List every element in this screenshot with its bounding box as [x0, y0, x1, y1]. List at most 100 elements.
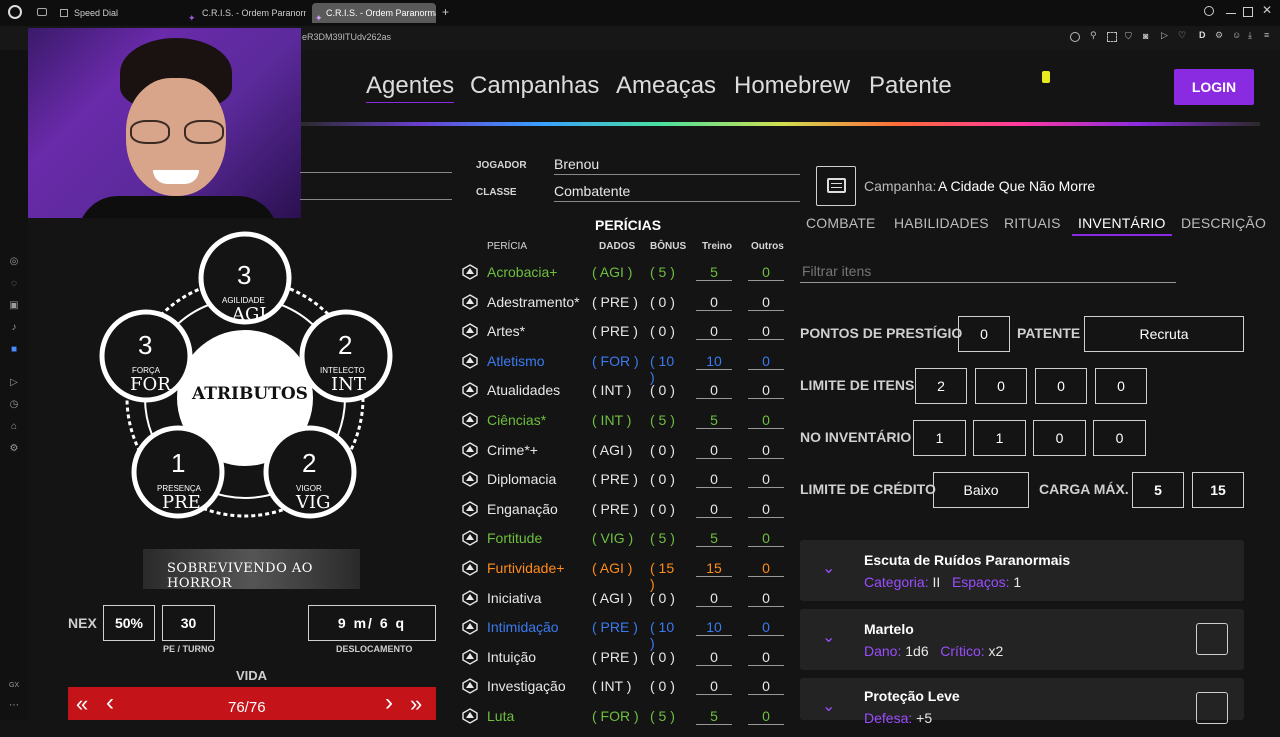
tab-rituais[interactable]: RITUAIS [1004, 215, 1061, 231]
inventory-item[interactable]: ⌄ Escuta de Ruídos Paranormais Categoria… [800, 540, 1244, 601]
nav-ameacas[interactable]: Ameaças [616, 72, 716, 100]
d20-icon[interactable] [462, 619, 478, 635]
skill-outros-input[interactable]: 0 [748, 619, 784, 636]
skill-row[interactable]: Crime*+ ( AGI ) ( 0 ) 0 0 [462, 442, 792, 471]
skill-outros-input[interactable]: 0 [748, 530, 784, 547]
skill-row[interactable]: Ciências* ( INT ) ( 5 ) 5 0 [462, 412, 792, 441]
skill-treino-input[interactable]: 5 [696, 708, 732, 725]
pe-value[interactable]: 30 [162, 605, 215, 641]
d20-icon[interactable] [462, 678, 478, 694]
skill-row[interactable]: Fortitude ( VIG ) ( 5 ) 5 0 [462, 530, 792, 559]
vida-minus1-button[interactable]: ‹ [106, 689, 114, 717]
skill-row[interactable]: Enganação ( PRE ) ( 0 ) 0 0 [462, 501, 792, 530]
deslocamento-value[interactable]: 9 m/ 6 q [308, 605, 436, 641]
tab-descricao[interactable]: DESCRIÇÃO [1181, 215, 1266, 231]
classe-input[interactable]: Combatente [554, 183, 800, 202]
skill-outros-input[interactable]: 0 [748, 294, 784, 311]
skill-row[interactable]: Atletismo ( FOR ) ( 10 ) 10 0 [462, 353, 792, 385]
d20-icon[interactable] [462, 649, 478, 665]
skill-row[interactable]: Diplomacia ( PRE ) ( 0 ) 0 0 [462, 471, 792, 500]
gx-icon[interactable]: GX [8, 680, 20, 692]
nav-homebrew[interactable]: Homebrew [734, 72, 850, 100]
skill-treino-input[interactable]: 0 [696, 323, 732, 340]
skill-treino-input[interactable]: 0 [696, 471, 732, 488]
skill-treino-input[interactable]: 0 [696, 678, 732, 695]
tab-cris-1[interactable]: ✦ C.R.I.S. - Ordem Paranormal [188, 3, 306, 23]
patente-value[interactable]: Recruta [1084, 316, 1244, 352]
d20-icon[interactable] [462, 294, 478, 310]
skill-outros-input[interactable]: 0 [748, 590, 784, 607]
skill-treino-input[interactable]: 10 [696, 619, 732, 636]
vida-plus1-button[interactable]: › [385, 689, 393, 717]
tab-cris-2-active[interactable]: ✦ C.R.I.S. - Ordem Paranormal [312, 3, 436, 23]
attr-pre-value[interactable]: 1 [171, 448, 185, 479]
nav-agentes[interactable]: Agentes [366, 72, 455, 103]
maximize-icon[interactable] [1243, 7, 1253, 17]
skill-treino-input[interactable]: 5 [696, 264, 732, 281]
item-roll-checkbox[interactable] [1196, 623, 1228, 655]
skill-row[interactable]: Artes* ( PRE ) ( 0 ) 0 0 [462, 323, 792, 352]
d20-icon[interactable] [462, 560, 478, 576]
tab-speed-dial[interactable]: Speed Dial [60, 3, 180, 23]
skill-row[interactable]: Atualidades ( INT ) ( 0 ) 0 0 [462, 382, 792, 411]
skill-treino-input[interactable]: 0 [696, 382, 732, 399]
skill-row[interactable]: Luta ( FOR ) ( 5 ) 5 0 [462, 708, 792, 737]
settings-icon[interactable]: ⚙ [8, 443, 20, 455]
campanha-value[interactable]: A Cidade Que Não Morre [938, 178, 1095, 194]
app-icon[interactable]: ■ [8, 344, 20, 356]
skill-treino-input[interactable]: 5 [696, 412, 732, 429]
skill-row[interactable]: Intuição ( PRE ) ( 0 ) 0 0 [462, 649, 792, 678]
d20-icon[interactable] [462, 382, 478, 398]
carga-max[interactable]: 15 [1192, 472, 1244, 508]
vida-plus5-button[interactable]: » [410, 691, 422, 717]
skill-treino-input[interactable]: 0 [696, 442, 732, 459]
camera-icon[interactable]: ◙ [1143, 31, 1148, 41]
d20-icon[interactable] [462, 501, 478, 517]
d20-icon[interactable] [462, 323, 478, 339]
skill-outros-input[interactable]: 0 [748, 471, 784, 488]
vida-minus5-button[interactable]: « [76, 691, 88, 717]
tab-combate[interactable]: COMBATE [806, 215, 876, 231]
limite-item-cat-iv[interactable]: 0 [1095, 368, 1147, 404]
jogador-input[interactable]: Brenou [554, 156, 800, 175]
limite-item-cat-ii[interactable]: 0 [975, 368, 1027, 404]
skill-treino-input[interactable]: 5 [696, 530, 732, 547]
skill-row[interactable]: Furtividade+ ( AGI ) ( 15 ) 15 0 [462, 560, 792, 592]
skill-treino-input[interactable]: 15 [696, 560, 732, 577]
d20-icon[interactable] [462, 353, 478, 369]
extensions-icon[interactable]: ⚙ [1215, 30, 1223, 41]
skill-outros-input[interactable]: 0 [748, 382, 784, 399]
inventory-item[interactable]: ⌄ Proteção Leve Defesa: +5 [800, 678, 1244, 726]
close-icon[interactable]: ✕ [1262, 3, 1272, 17]
d20-icon[interactable] [462, 442, 478, 458]
skill-outros-input[interactable]: 0 [748, 649, 784, 666]
attr-agi-value[interactable]: 3 [237, 260, 251, 291]
tiktok-icon[interactable]: ♪ [8, 322, 20, 334]
tab-habilidades[interactable]: HABILIDADES [894, 215, 989, 231]
extension-d-icon[interactable]: D [1199, 30, 1206, 40]
snapshot-icon[interactable] [1107, 32, 1117, 42]
tab-inventario[interactable]: INVENTÁRIO [1072, 215, 1172, 236]
limite-item-cat-iii[interactable]: 0 [1035, 368, 1087, 404]
skill-outros-input[interactable]: 0 [748, 501, 784, 518]
skill-outros-input[interactable]: 0 [748, 442, 784, 459]
chevron-down-icon[interactable]: ⌄ [822, 696, 835, 716]
inventory-item[interactable]: ⌄ Martelo Dano: 1d6 Crítico: x2 [800, 609, 1244, 670]
pin-icon[interactable]: ⚲ [1090, 30, 1097, 41]
chevron-down-icon[interactable]: ⌄ [822, 627, 835, 647]
play-icon[interactable]: ▷ [1161, 30, 1168, 41]
login-button[interactable]: LOGIN [1174, 69, 1254, 105]
skill-row[interactable]: Adestramento* ( PRE ) ( 0 ) 0 0 [462, 294, 792, 323]
skill-row[interactable]: Iniciativa ( AGI ) ( 0 ) 0 0 [462, 590, 792, 619]
d20-icon[interactable] [462, 412, 478, 428]
attr-vig-value[interactable]: 2 [302, 448, 316, 479]
profile-icon[interactable]: ☺ [1232, 30, 1241, 40]
player-icon[interactable]: ▷ [8, 377, 20, 389]
d20-icon[interactable] [462, 590, 478, 606]
bookmarks-icon[interactable]: ⌂ [8, 421, 20, 433]
limite-item-cat-i[interactable]: 2 [915, 368, 967, 404]
vida-value[interactable]: 76/76 [228, 699, 266, 716]
attr-int-value[interactable]: 2 [338, 330, 352, 361]
attr-for-value[interactable]: 3 [138, 330, 152, 361]
aria-icon[interactable]: ◎ [8, 256, 20, 268]
